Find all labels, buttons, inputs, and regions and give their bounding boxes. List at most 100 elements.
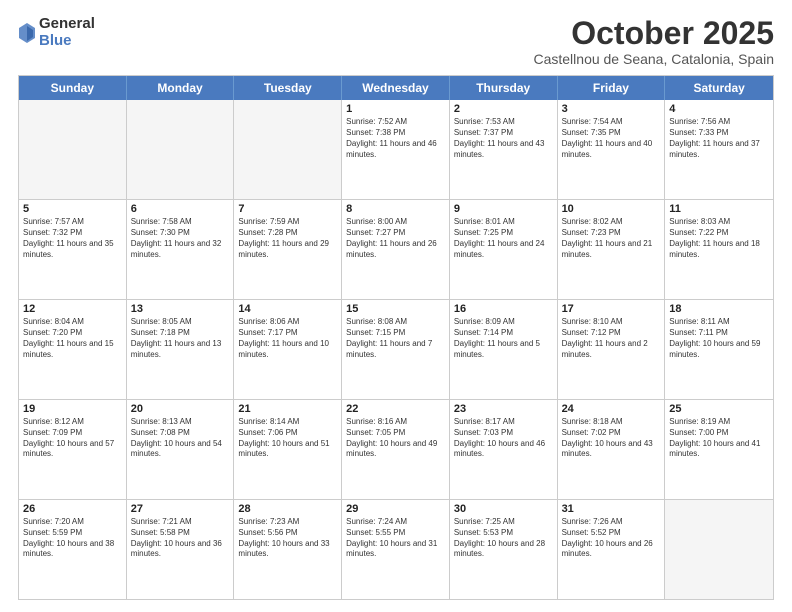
weekday-header: Thursday <box>450 76 558 100</box>
day-info: Sunrise: 7:58 AM Sunset: 7:30 PM Dayligh… <box>131 217 230 260</box>
logo-icon <box>18 22 36 44</box>
day-info: Sunrise: 7:23 AM Sunset: 5:56 PM Dayligh… <box>238 517 337 560</box>
calendar-cell: 29Sunrise: 7:24 AM Sunset: 5:55 PM Dayli… <box>342 500 450 599</box>
calendar-cell: 3 Sunrise: 7:54 AM Sunset: 7:35 PM Daylig… <box>558 100 666 199</box>
day-number: 18 <box>669 303 769 315</box>
calendar-cell: 20 Sunrise: 8:13 AM Sunset: 7:08 PM Dayli… <box>127 400 235 499</box>
day-number: 19 <box>23 403 122 415</box>
page: General Blue October 2025 Castellnou de … <box>0 0 792 612</box>
calendar-cell: 28 Sunrise: 7:23 AM Sunset: 5:56 PM Dayli… <box>234 500 342 599</box>
calendar-cell: 19 Sunrise: 8:12 AM Sunset: 7:09 PM Dayli… <box>19 400 127 499</box>
day-number: 12 <box>23 303 122 315</box>
day-number: 3 <box>562 103 661 115</box>
logo: General Blue <box>18 16 95 49</box>
day-info: Sunrise: 7:59 AM Sunset: 7:28 PM Dayligh… <box>238 217 337 260</box>
weekday-header: Friday <box>558 76 666 100</box>
header: General Blue October 2025 Castellnou de … <box>18 16 774 67</box>
weekday-header: Tuesday <box>234 76 342 100</box>
calendar-cell: 2 Sunrise: 7:53 AM Sunset: 7:37 PM Daylig… <box>450 100 558 199</box>
calendar-cell: 12 Sunrise: 8:04 AM Sunset: 7:20 PM Dayli… <box>19 300 127 399</box>
day-number: 2 <box>454 103 553 115</box>
day-number: 25 <box>669 403 769 415</box>
day-number: 11 <box>669 203 769 215</box>
calendar-header: SundayMondayTuesdayWednesdayThursdayFrid… <box>19 76 773 100</box>
day-info: Sunrise: 7:57 AM Sunset: 7:32 PM Dayligh… <box>23 217 122 260</box>
day-number: 29 <box>346 503 445 515</box>
calendar-cell: 23 Sunrise: 8:17 AM Sunset: 7:03 PM Dayli… <box>450 400 558 499</box>
day-info: Sunrise: 8:05 AM Sunset: 7:18 PM Dayligh… <box>131 317 230 360</box>
calendar-cell: 15 Sunrise: 8:08 AM Sunset: 7:15 PM Dayli… <box>342 300 450 399</box>
calendar-cell: 26Sunrise: 7:20 AM Sunset: 5:59 PM Dayli… <box>19 500 127 599</box>
calendar-cell: 16Sunrise: 8:09 AM Sunset: 7:14 PM Dayli… <box>450 300 558 399</box>
day-number: 7 <box>238 203 337 215</box>
day-number: 24 <box>562 403 661 415</box>
calendar-row: 26Sunrise: 7:20 AM Sunset: 5:59 PM Dayli… <box>19 499 773 599</box>
calendar-cell: 5 Sunrise: 7:57 AM Sunset: 7:32 PM Daylig… <box>19 200 127 299</box>
day-info: Sunrise: 7:56 AM Sunset: 7:33 PM Dayligh… <box>669 117 769 160</box>
day-info: Sunrise: 7:54 AM Sunset: 7:35 PM Dayligh… <box>562 117 661 160</box>
calendar-cell: 30 Sunrise: 7:25 AM Sunset: 5:53 PM Dayli… <box>450 500 558 599</box>
calendar-cell: 1Sunrise: 7:52 AM Sunset: 7:38 PM Daylig… <box>342 100 450 199</box>
calendar-cell: 24 Sunrise: 8:18 AM Sunset: 7:02 PM Dayli… <box>558 400 666 499</box>
day-info: Sunrise: 8:11 AM Sunset: 7:11 PM Dayligh… <box>669 317 769 360</box>
day-info: Sunrise: 7:26 AM Sunset: 5:52 PM Dayligh… <box>562 517 661 560</box>
day-number: 17 <box>562 303 661 315</box>
day-info: Sunrise: 8:10 AM Sunset: 7:12 PM Dayligh… <box>562 317 661 360</box>
day-info: Sunrise: 8:00 AM Sunset: 7:27 PM Dayligh… <box>346 217 445 260</box>
day-number: 20 <box>131 403 230 415</box>
calendar-cell: 9 Sunrise: 8:01 AM Sunset: 7:25 PM Daylig… <box>450 200 558 299</box>
calendar-cell: 27Sunrise: 7:21 AM Sunset: 5:58 PM Dayli… <box>127 500 235 599</box>
calendar-row: 5 Sunrise: 7:57 AM Sunset: 7:32 PM Daylig… <box>19 199 773 299</box>
calendar-cell: 11 Sunrise: 8:03 AM Sunset: 7:22 PM Dayli… <box>665 200 773 299</box>
calendar-cell <box>665 500 773 599</box>
month-title: October 2025 <box>533 16 774 51</box>
calendar-row: 1Sunrise: 7:52 AM Sunset: 7:38 PM Daylig… <box>19 100 773 199</box>
day-number: 1 <box>346 103 445 115</box>
day-info: Sunrise: 8:19 AM Sunset: 7:00 PM Dayligh… <box>669 417 769 460</box>
day-number: 23 <box>454 403 553 415</box>
weekday-header: Saturday <box>665 76 773 100</box>
calendar: SundayMondayTuesdayWednesdayThursdayFrid… <box>18 75 774 600</box>
day-info: Sunrise: 7:53 AM Sunset: 7:37 PM Dayligh… <box>454 117 553 160</box>
day-number: 31 <box>562 503 661 515</box>
day-info: Sunrise: 8:12 AM Sunset: 7:09 PM Dayligh… <box>23 417 122 460</box>
day-number: 30 <box>454 503 553 515</box>
weekday-header: Monday <box>127 76 235 100</box>
calendar-cell: 21Sunrise: 8:14 AM Sunset: 7:06 PM Dayli… <box>234 400 342 499</box>
day-number: 9 <box>454 203 553 215</box>
day-number: 5 <box>23 203 122 215</box>
day-number: 13 <box>131 303 230 315</box>
calendar-cell: 7 Sunrise: 7:59 AM Sunset: 7:28 PM Daylig… <box>234 200 342 299</box>
calendar-cell: 4Sunrise: 7:56 AM Sunset: 7:33 PM Daylig… <box>665 100 773 199</box>
day-number: 6 <box>131 203 230 215</box>
logo-blue: Blue <box>39 33 95 50</box>
day-info: Sunrise: 8:13 AM Sunset: 7:08 PM Dayligh… <box>131 417 230 460</box>
day-info: Sunrise: 8:01 AM Sunset: 7:25 PM Dayligh… <box>454 217 553 260</box>
day-info: Sunrise: 7:25 AM Sunset: 5:53 PM Dayligh… <box>454 517 553 560</box>
day-number: 15 <box>346 303 445 315</box>
day-info: Sunrise: 8:02 AM Sunset: 7:23 PM Dayligh… <box>562 217 661 260</box>
calendar-cell: 22Sunrise: 8:16 AM Sunset: 7:05 PM Dayli… <box>342 400 450 499</box>
day-number: 28 <box>238 503 337 515</box>
calendar-cell <box>19 100 127 199</box>
day-info: Sunrise: 8:08 AM Sunset: 7:15 PM Dayligh… <box>346 317 445 360</box>
logo-general: General <box>39 16 95 33</box>
calendar-cell: 13 Sunrise: 8:05 AM Sunset: 7:18 PM Dayli… <box>127 300 235 399</box>
calendar-cell: 18 Sunrise: 8:11 AM Sunset: 7:11 PM Dayli… <box>665 300 773 399</box>
calendar-cell: 8 Sunrise: 8:00 AM Sunset: 7:27 PM Daylig… <box>342 200 450 299</box>
day-number: 8 <box>346 203 445 215</box>
weekday-header: Sunday <box>19 76 127 100</box>
day-number: 21 <box>238 403 337 415</box>
day-info: Sunrise: 8:17 AM Sunset: 7:03 PM Dayligh… <box>454 417 553 460</box>
day-info: Sunrise: 8:06 AM Sunset: 7:17 PM Dayligh… <box>238 317 337 360</box>
day-info: Sunrise: 8:03 AM Sunset: 7:22 PM Dayligh… <box>669 217 769 260</box>
calendar-body: 1Sunrise: 7:52 AM Sunset: 7:38 PM Daylig… <box>19 100 773 599</box>
day-info: Sunrise: 8:04 AM Sunset: 7:20 PM Dayligh… <box>23 317 122 360</box>
day-number: 14 <box>238 303 337 315</box>
calendar-row: 12 Sunrise: 8:04 AM Sunset: 7:20 PM Dayli… <box>19 299 773 399</box>
calendar-cell <box>234 100 342 199</box>
day-info: Sunrise: 8:18 AM Sunset: 7:02 PM Dayligh… <box>562 417 661 460</box>
calendar-cell: 14 Sunrise: 8:06 AM Sunset: 7:17 PM Dayli… <box>234 300 342 399</box>
day-info: Sunrise: 7:20 AM Sunset: 5:59 PM Dayligh… <box>23 517 122 560</box>
title-block: October 2025 Castellnou de Seana, Catalo… <box>533 16 774 67</box>
